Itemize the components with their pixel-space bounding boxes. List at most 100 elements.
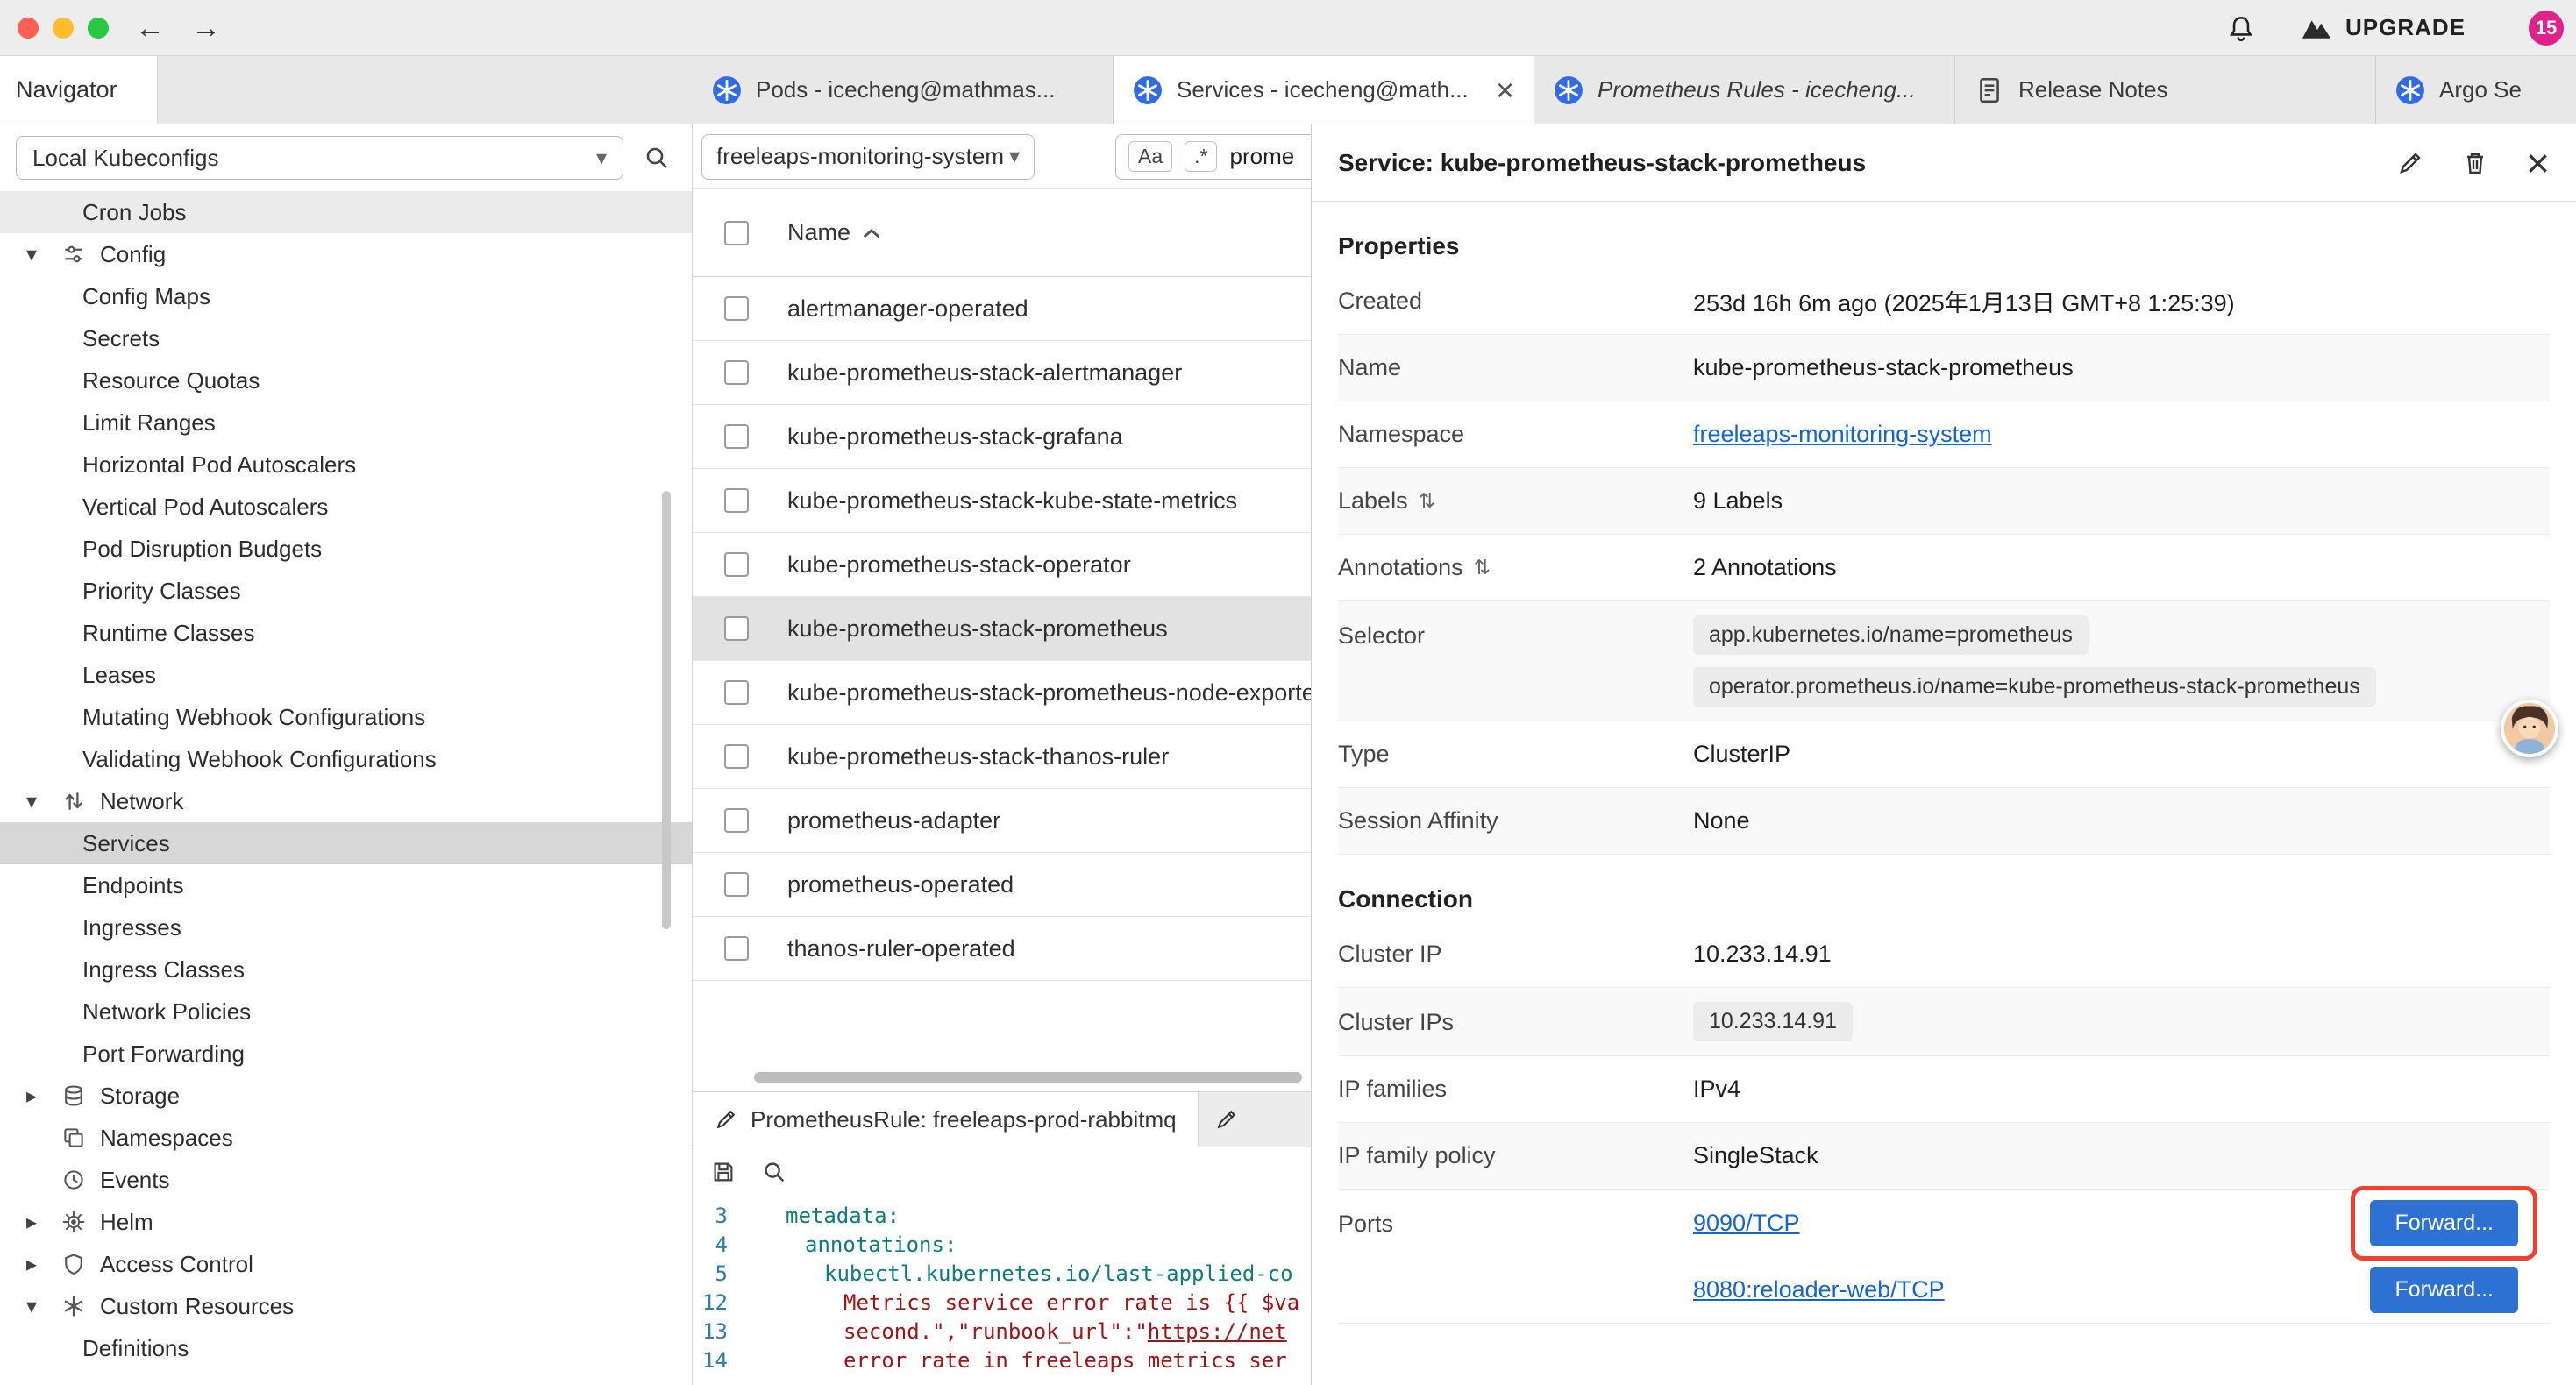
row-checkbox[interactable] [724,552,749,577]
row-checkbox[interactable] [724,936,749,961]
tab-services-icecheng-math[interactable]: Services - icecheng@math...× [1114,56,1534,124]
chevron-down-icon[interactable]: ▾ [26,242,61,267]
sidebar-item-network-policies[interactable]: Network Policies [0,991,692,1033]
sidebar-item-mutating-webhook-configurations[interactable]: Mutating Webhook Configurations [0,696,692,738]
column-header-name[interactable]: Name [787,219,882,246]
sidebar-item-namespaces[interactable]: Namespaces [0,1117,692,1159]
sidebar-item-definitions[interactable]: Definitions [0,1327,692,1369]
row-checkbox[interactable] [724,616,749,641]
sidebar-item-endpoints[interactable]: Endpoints [0,864,692,906]
sidebar-item-resource-quotas[interactable]: Resource Quotas [0,359,692,401]
table-row[interactable]: kube-prometheus-stack-prometheus [693,597,1311,661]
sidebar-item-helm[interactable]: ▸Helm [0,1201,692,1243]
sidebar-item-ingress-classes[interactable]: Ingress Classes [0,948,692,991]
namespace-link[interactable]: freeleaps-monitoring-system [1693,421,1992,447]
delete-button[interactable] [2461,149,2489,177]
row-checkbox[interactable] [724,424,749,449]
chevron-right-icon[interactable]: ▸ [26,1083,61,1109]
sidebar-item-pod-disruption-budgets[interactable]: Pod Disruption Budgets [0,528,692,570]
sort-icon[interactable]: ⇅ [1419,489,1435,513]
chevron-right-icon[interactable]: ▸ [26,1210,61,1235]
sidebar-item-vertical-pod-autoscalers[interactable]: Vertical Pod Autoscalers [0,486,692,528]
table-search-box[interactable]: Aa .* prome [1115,134,1311,180]
edit-button[interactable] [2396,149,2424,177]
minimize-window-button[interactable] [53,18,74,39]
sidebar-item-validating-webhook-configurations[interactable]: Validating Webhook Configurations [0,738,692,780]
sidebar-item-config[interactable]: ▾Config [0,233,692,275]
row-checkbox[interactable] [724,488,749,513]
notification-count-badge[interactable]: 15 [2529,11,2564,46]
yaml-editor[interactable]: 3metadata:4annotations:5kubectl.kubernet… [693,1197,1311,1385]
table-row[interactable]: prometheus-operated [693,853,1311,917]
row-checkbox[interactable] [724,744,749,769]
table-row[interactable]: kube-prometheus-stack-prometheus-node-ex… [693,661,1311,725]
table-row[interactable]: prometheus-adapter [693,789,1311,853]
sidebar-item-secrets[interactable]: Secrets [0,317,692,359]
sidebar-item-port-forwarding[interactable]: Port Forwarding [0,1033,692,1075]
sidebar-item-horizontal-pod-autoscalers[interactable]: Horizontal Pod Autoscalers [0,444,692,486]
sidebar-item-events[interactable]: Events [0,1159,692,1201]
code-text: kubectl.kubernetes.io/last-applied-co [751,1260,1293,1289]
maximize-window-button[interactable] [88,18,109,39]
table-row[interactable]: kube-prometheus-stack-grafana [693,405,1311,469]
row-checkbox[interactable] [724,680,749,705]
back-arrow-icon[interactable]: ← [135,13,165,43]
vertical-scrollbar-thumb[interactable] [662,491,671,929]
sidebar-item-services[interactable]: Services [0,822,692,864]
tab-argo-se[interactable]: Argo Se [2376,56,2576,124]
floating-avatar[interactable] [2501,700,2558,757]
save-icon[interactable] [710,1159,737,1185]
forward-arrow-icon[interactable]: → [191,13,221,43]
row-checkbox[interactable] [724,296,749,321]
search-icon[interactable] [761,1159,787,1185]
match-case-toggle[interactable]: Aa [1128,141,1172,172]
tab-pods-icecheng-mathmas[interactable]: Pods - icecheng@mathmas... [693,56,1114,124]
sidebar-item-leases[interactable]: Leases [0,654,692,696]
sidebar-item-access-control[interactable]: ▸Access Control [0,1243,692,1285]
tab-release-notes[interactable]: Release Notes [1955,56,2376,124]
sidebar-item-priority-classes[interactable]: Priority Classes [0,570,692,612]
port-link[interactable]: 8080:reloader-web/TCP [1693,1276,1945,1303]
table-row[interactable]: thanos-ruler-operated [693,917,1311,981]
close-drawer-button[interactable]: × [2526,143,2550,183]
sidebar-item-storage[interactable]: ▸Storage [0,1075,692,1117]
sidebar-item-limit-ranges[interactable]: Limit Ranges [0,401,692,444]
namespace-filter-select[interactable]: freeleaps-monitoring-system ▾ [701,134,1035,180]
table-row[interactable]: kube-prometheus-stack-thanos-ruler [693,725,1311,789]
row-checkbox[interactable] [724,360,749,385]
forward-button[interactable]: Forward... [2370,1267,2518,1313]
sidebar-item-config-maps[interactable]: Config Maps [0,275,692,317]
regex-toggle[interactable]: .* [1185,141,1217,172]
close-tab-icon[interactable]: × [1496,75,1514,106]
sidebar-search-button[interactable] [637,138,676,177]
row-checkbox[interactable] [724,808,749,833]
chevron-down-icon[interactable]: ▾ [26,789,61,814]
table-row[interactable]: kube-prometheus-stack-kube-state-metrics [693,469,1311,533]
tab-prometheus-rules-icecheng[interactable]: Prometheus Rules - icecheng... [1534,56,1955,124]
sidebar-item-network[interactable]: ▾Network [0,780,692,822]
table-row[interactable]: kube-prometheus-stack-operator [693,533,1311,597]
kubeconfig-selector[interactable]: Local Kubeconfigs ▾ [16,136,623,180]
port-link[interactable]: 9090/TCP [1693,1210,1800,1237]
editor-tab-partial[interactable] [1199,1092,1255,1147]
sidebar-item-ingresses[interactable]: Ingresses [0,906,692,948]
sidebar-item-runtime-classes[interactable]: Runtime Classes [0,612,692,654]
editor-tab-prometheusrule[interactable]: PrometheusRule: freeleaps-prod-rabbitmq [693,1092,1199,1147]
select-all-checkbox[interactable] [724,221,749,245]
chevron-right-icon[interactable]: ▸ [26,1252,61,1277]
notifications-bell-icon[interactable] [2226,13,2256,43]
section-heading-properties: Properties [1338,224,2550,268]
close-window-button[interactable] [18,18,39,39]
forward-button[interactable]: Forward... [2370,1200,2518,1246]
table-row[interactable]: kube-prometheus-stack-alertmanager [693,341,1311,405]
upgrade-button[interactable]: UPGRADE [2298,14,2466,41]
sort-icon[interactable]: ⇅ [1474,556,1491,579]
search-input[interactable]: prome [1229,143,1294,170]
sidebar-item-cron-jobs[interactable]: Cron Jobs [0,191,692,233]
table-row[interactable]: alertmanager-operated [693,277,1311,341]
navigator-panel-tab[interactable]: Navigator [0,56,158,124]
row-checkbox[interactable] [724,872,749,897]
horizontal-scrollbar[interactable] [754,1072,1302,1083]
chevron-down-icon[interactable]: ▾ [26,1294,61,1319]
sidebar-item-custom-resources[interactable]: ▾Custom Resources [0,1285,692,1327]
